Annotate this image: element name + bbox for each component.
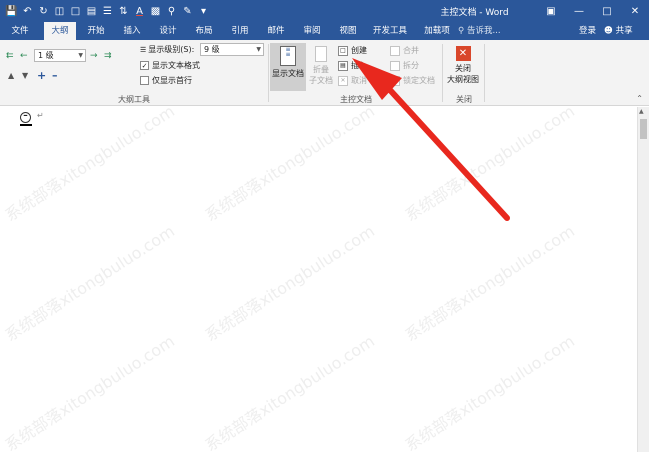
annotation-arrow	[352, 58, 510, 221]
annotation-arrow-shaft	[387, 87, 510, 221]
